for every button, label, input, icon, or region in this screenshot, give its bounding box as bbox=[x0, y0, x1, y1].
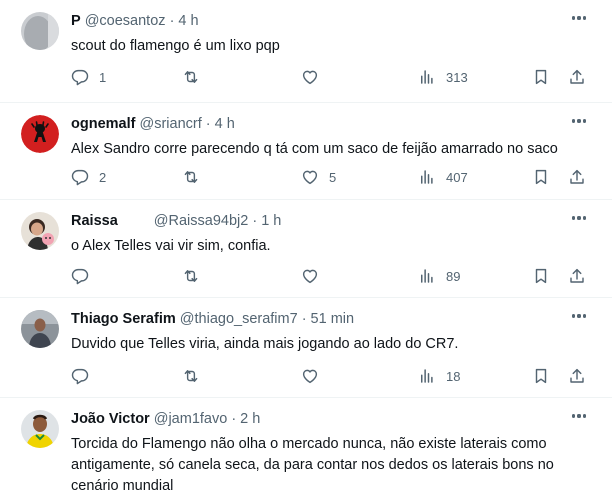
timestamp[interactable]: · 51 min bbox=[302, 311, 354, 327]
views-button[interactable]: 89 bbox=[418, 266, 460, 286]
reply-icon bbox=[71, 368, 89, 385]
retweet-button[interactable] bbox=[182, 67, 210, 87]
tweet[interactable]: Thiago Serafim @thiago_serafim7 · 51 min… bbox=[0, 298, 612, 398]
views-count: 89 bbox=[446, 268, 461, 284]
views-button[interactable]: 18 bbox=[418, 366, 460, 386]
views-button[interactable]: 407 bbox=[418, 167, 468, 187]
more-icon[interactable] bbox=[568, 210, 590, 226]
share-button[interactable] bbox=[568, 67, 586, 87]
reply-count: 2 bbox=[99, 169, 107, 185]
display-name[interactable]: Thiago Serafim bbox=[71, 311, 176, 327]
like-count: 5 bbox=[329, 169, 337, 185]
avatar[interactable] bbox=[21, 212, 59, 250]
reply-button[interactable] bbox=[71, 366, 99, 386]
like-button[interactable] bbox=[301, 67, 329, 87]
reply-button[interactable]: 2 bbox=[71, 167, 106, 187]
retweet-button[interactable] bbox=[182, 366, 210, 386]
tweet-header: João Victor @jam1favo · 2 h bbox=[71, 410, 260, 429]
avatar[interactable] bbox=[21, 310, 59, 348]
like-button[interactable]: 5 bbox=[301, 167, 336, 187]
bookmark-button[interactable] bbox=[532, 266, 550, 286]
reply-button[interactable] bbox=[71, 266, 99, 286]
views-icon bbox=[421, 170, 433, 184]
views-icon bbox=[421, 269, 433, 283]
views-count: 313 bbox=[446, 69, 468, 85]
bookmark-button[interactable] bbox=[532, 366, 550, 386]
display-name[interactable]: ognemalf bbox=[71, 116, 135, 132]
avatar[interactable] bbox=[21, 12, 59, 50]
timestamp[interactable]: · 1 h bbox=[252, 213, 281, 229]
more-icon[interactable] bbox=[568, 308, 590, 324]
reply-count: 1 bbox=[99, 69, 107, 85]
views-button[interactable]: 313 bbox=[418, 67, 468, 87]
retweet-button[interactable] bbox=[182, 266, 210, 286]
avatar[interactable] bbox=[21, 115, 59, 153]
views-count: 407 bbox=[446, 169, 468, 185]
bookmark-button[interactable] bbox=[532, 167, 550, 187]
bookmark-icon bbox=[535, 368, 547, 384]
action-bar: 18 bbox=[71, 366, 591, 386]
tweet-header: Thiago Serafim @thiago_serafim7 · 51 min bbox=[71, 310, 354, 329]
action-bar: 2 5 407 bbox=[71, 167, 591, 187]
retweet-icon bbox=[184, 71, 198, 83]
more-icon[interactable] bbox=[568, 113, 590, 129]
display-name[interactable]: João Victor bbox=[71, 411, 150, 427]
tweet[interactable]: ognemalf @sriancrf · 4 h Alex Sandro cor… bbox=[0, 103, 612, 200]
tweet[interactable]: Raissa @Raissa94bj2 · 1 h o Alex Telles … bbox=[0, 200, 612, 298]
retweet-icon bbox=[184, 171, 198, 183]
tweet-text: scout do flamengo é um lixo pqp bbox=[71, 38, 280, 54]
bookmark-icon bbox=[535, 69, 547, 85]
like-button[interactable] bbox=[301, 366, 329, 386]
more-icon[interactable] bbox=[568, 10, 590, 26]
user-handle[interactable]: @coesantoz bbox=[85, 13, 166, 29]
share-button[interactable] bbox=[568, 266, 586, 286]
like-icon bbox=[302, 369, 318, 384]
bookmark-button[interactable] bbox=[532, 67, 550, 87]
tweet-text: Duvido que Telles viria, ainda mais joga… bbox=[71, 336, 459, 352]
reply-button[interactable]: 1 bbox=[71, 67, 106, 87]
like-icon bbox=[302, 269, 318, 284]
like-icon bbox=[302, 70, 318, 85]
retweet-icon bbox=[184, 270, 198, 282]
reply-icon bbox=[71, 169, 89, 186]
display-name[interactable]: P bbox=[71, 13, 81, 29]
display-name[interactable]: Raissa bbox=[71, 213, 118, 229]
tweet-header: P @coesantoz · 4 h bbox=[71, 12, 199, 31]
more-icon[interactable] bbox=[568, 408, 590, 424]
tweet-text: o Alex Telles vai vir sim, confia. bbox=[71, 238, 271, 254]
share-button[interactable] bbox=[568, 167, 586, 187]
action-bar: 1 313 bbox=[71, 67, 591, 87]
avatar[interactable] bbox=[21, 410, 59, 448]
views-icon bbox=[421, 70, 433, 84]
tweet-header: ognemalf @sriancrf · 4 h bbox=[71, 115, 235, 134]
tweet-text: Alex Sandro corre parecendo q tá com um … bbox=[71, 141, 558, 157]
tweet[interactable]: P @coesantoz · 4 h scout do flamengo é u… bbox=[0, 0, 612, 103]
views-icon bbox=[421, 369, 433, 383]
bookmark-icon bbox=[535, 169, 547, 185]
user-handle[interactable]: @sriancrf bbox=[139, 116, 201, 132]
share-icon bbox=[570, 69, 584, 84]
share-icon bbox=[570, 169, 584, 184]
user-handle[interactable]: @Raissa94bj2 bbox=[154, 213, 249, 229]
user-handle[interactable]: @thiago_serafim7 bbox=[180, 311, 298, 327]
tweet-text: Torcida do Flamengo não olha o mercado n… bbox=[71, 436, 554, 494]
share-icon bbox=[570, 368, 584, 383]
like-icon bbox=[302, 170, 318, 185]
share-icon bbox=[570, 268, 584, 283]
views-count: 18 bbox=[446, 368, 461, 384]
action-bar: 89 bbox=[71, 266, 591, 286]
timestamp[interactable]: · 2 h bbox=[231, 411, 260, 427]
tweet[interactable]: João Victor @jam1favo · 2 h Torcida do F… bbox=[0, 398, 612, 498]
user-handle[interactable]: @jam1favo bbox=[154, 411, 228, 427]
retweet-icon bbox=[184, 370, 198, 382]
like-button[interactable] bbox=[301, 266, 329, 286]
reply-icon bbox=[71, 69, 89, 86]
bookmark-icon bbox=[535, 268, 547, 284]
timestamp[interactable]: · 4 h bbox=[206, 116, 235, 132]
tweet-header: Raissa @Raissa94bj2 · 1 h bbox=[71, 212, 281, 231]
share-button[interactable] bbox=[568, 366, 586, 386]
retweet-button[interactable] bbox=[182, 167, 210, 187]
reply-icon bbox=[71, 268, 89, 285]
timestamp[interactable]: · 4 h bbox=[170, 13, 199, 29]
